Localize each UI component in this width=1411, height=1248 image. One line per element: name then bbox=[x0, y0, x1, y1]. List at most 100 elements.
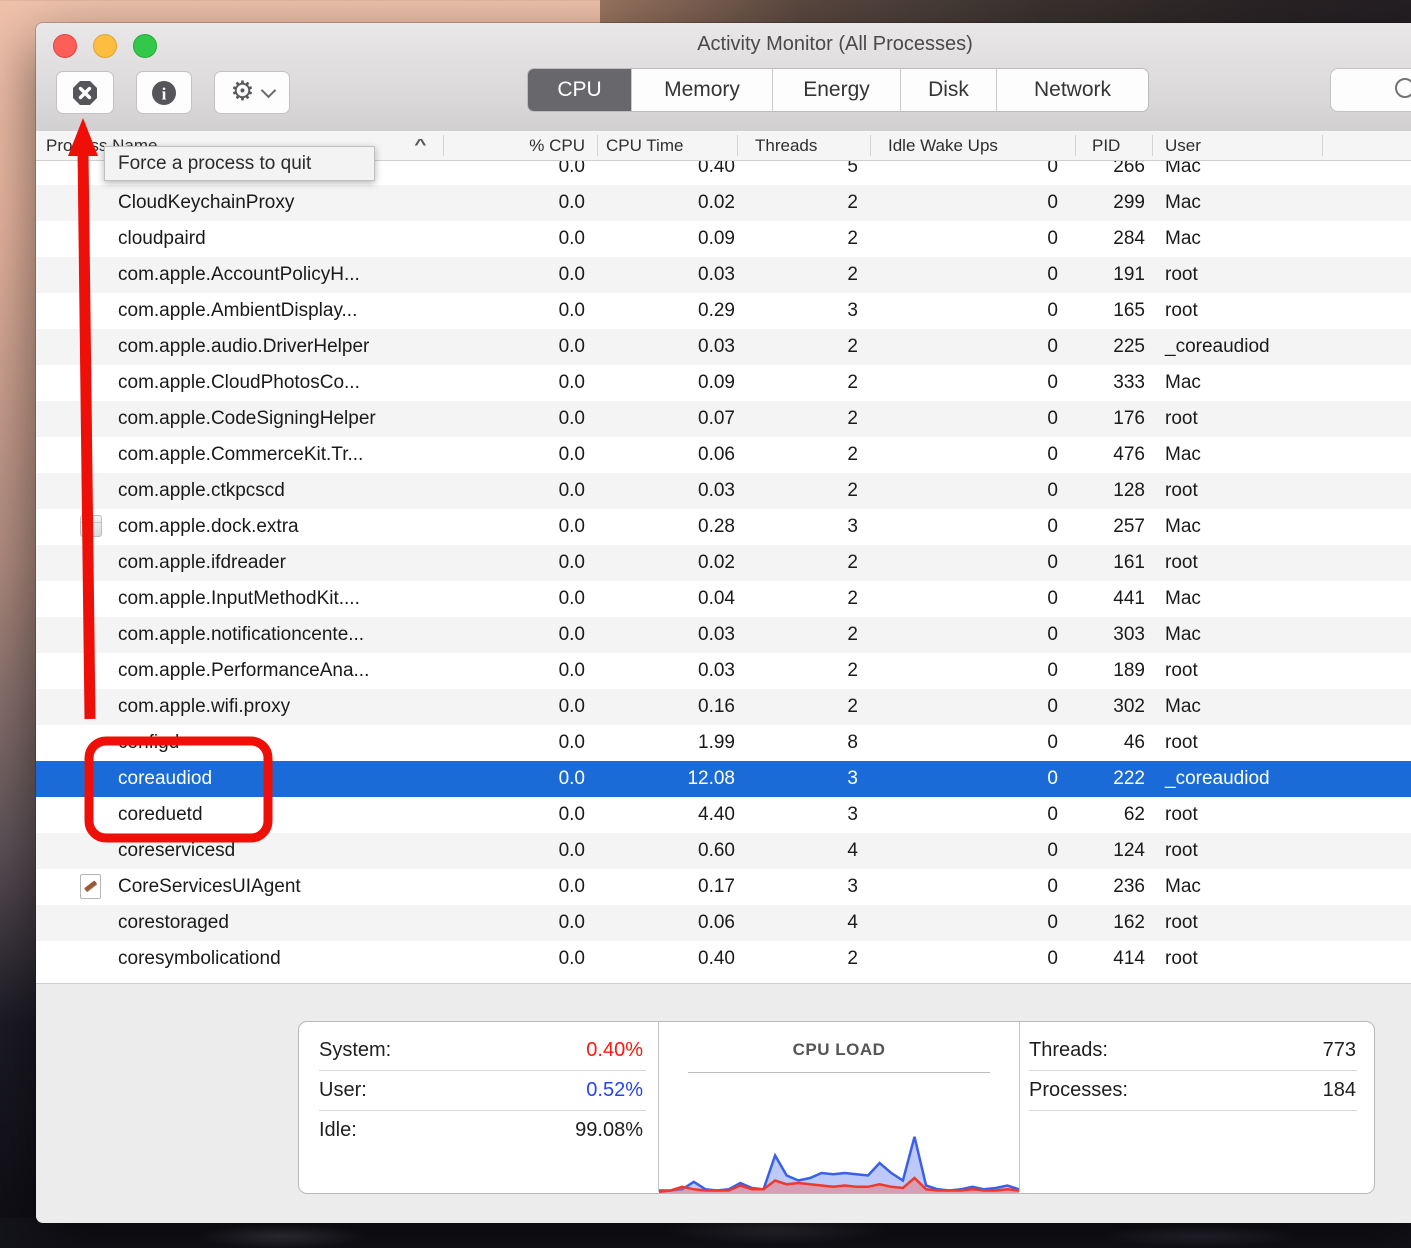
column-divider bbox=[443, 135, 444, 156]
idle-wake-ups-value: 0 bbox=[896, 761, 1058, 797]
user-value: root bbox=[1165, 833, 1198, 869]
table-row[interactable]: configd 0.0 1.99 8 0 46 root bbox=[36, 725, 1411, 761]
table-row[interactable]: com.apple.wifi.proxy 0.0 0.16 2 0 302 Ma… bbox=[36, 689, 1411, 725]
column-header-pid[interactable]: PID bbox=[1092, 131, 1120, 160]
threads-value: 2 bbox=[736, 401, 858, 437]
table-row[interactable]: com.apple.InputMethodKit.... 0.0 0.04 2 … bbox=[36, 581, 1411, 617]
table-row[interactable]: com.apple.ifdreader 0.0 0.02 2 0 161 roo… bbox=[36, 545, 1411, 581]
inspect-process-button[interactable]: i bbox=[136, 71, 192, 114]
cpu-percent-value: 0.0 bbox=[456, 689, 585, 725]
table-row[interactable]: coreaudiod 0.0 12.08 3 0 222 _coreaudiod bbox=[36, 761, 1411, 797]
column-divider bbox=[1152, 135, 1153, 156]
process-name: com.apple.dock.extra bbox=[118, 509, 299, 545]
cpu-time-value: 0.03 bbox=[596, 257, 735, 293]
column-header-cpu-time[interactable]: CPU Time bbox=[606, 131, 683, 160]
threads-value: 773 bbox=[1323, 1030, 1356, 1070]
pid-value: 124 bbox=[1036, 833, 1145, 869]
settings-menu-button[interactable]: ⚙ bbox=[214, 71, 290, 114]
column-header-user[interactable]: User bbox=[1165, 131, 1201, 160]
pid-value: 165 bbox=[1036, 293, 1145, 329]
process-table-body: 0.0 0.40 5 0 266 Mac CloudKeychainProxy … bbox=[36, 149, 1411, 977]
table-row[interactable]: com.apple.AccountPolicyH... 0.0 0.03 2 0… bbox=[36, 257, 1411, 293]
table-row[interactable]: com.apple.CloudPhotosCo... 0.0 0.09 2 0 … bbox=[36, 365, 1411, 401]
threads-value: 2 bbox=[736, 581, 858, 617]
table-row[interactable]: com.apple.dock.extra 0.0 0.28 3 0 257 Ma… bbox=[36, 509, 1411, 545]
threads-value: 2 bbox=[736, 437, 858, 473]
column-header-idle-wake-ups[interactable]: Idle Wake Ups bbox=[888, 131, 998, 160]
process-icon bbox=[80, 797, 108, 833]
table-row[interactable]: com.apple.ctkpcscd 0.0 0.03 2 0 128 root bbox=[36, 473, 1411, 509]
force-quit-button[interactable] bbox=[56, 71, 114, 114]
idle-wake-ups-value: 0 bbox=[896, 401, 1058, 437]
window-toolbar: Activity Monitor (All Processes) i ⚙ CPU… bbox=[36, 23, 1411, 132]
table-row[interactable]: com.apple.audio.DriverHelper 0.0 0.03 2 … bbox=[36, 329, 1411, 365]
tab-network[interactable]: Network bbox=[997, 69, 1148, 111]
idle-wake-ups-value: 0 bbox=[896, 581, 1058, 617]
column-header-threads[interactable]: Threads bbox=[755, 131, 817, 160]
process-name: coreaudiod bbox=[118, 761, 212, 797]
table-row[interactable]: com.apple.AmbientDisplay... 0.0 0.29 3 0… bbox=[36, 293, 1411, 329]
table-row[interactable]: corestoraged 0.0 0.06 4 0 162 root bbox=[36, 905, 1411, 941]
table-row[interactable]: coreduetd 0.0 4.40 3 0 62 root bbox=[36, 797, 1411, 833]
process-name: com.apple.ifdreader bbox=[118, 545, 286, 581]
idle-wake-ups-value: 0 bbox=[896, 509, 1058, 545]
table-row[interactable]: cloudpaird 0.0 0.09 2 0 284 Mac bbox=[36, 221, 1411, 257]
cpu-percent-value: 0.0 bbox=[456, 869, 585, 905]
sort-ascending-icon: ^ bbox=[414, 131, 426, 158]
user-value: Mac bbox=[1165, 437, 1201, 473]
threads-value: 4 bbox=[736, 905, 858, 941]
search-input[interactable] bbox=[1330, 68, 1411, 112]
cpu-time-value: 0.09 bbox=[596, 365, 735, 401]
pid-value: 128 bbox=[1036, 473, 1145, 509]
quit-octagon-x-icon bbox=[71, 79, 99, 107]
table-row[interactable]: coreservicesd 0.0 0.60 4 0 124 root bbox=[36, 833, 1411, 869]
zoom-window-button[interactable] bbox=[133, 34, 157, 58]
process-icon bbox=[80, 833, 108, 869]
idle-wake-ups-value: 0 bbox=[896, 869, 1058, 905]
minimize-window-button[interactable] bbox=[93, 34, 117, 58]
threads-value: 4 bbox=[736, 833, 858, 869]
table-row[interactable]: coresymbolicationd 0.0 0.40 2 0 414 root bbox=[36, 941, 1411, 977]
process-name: com.apple.AmbientDisplay... bbox=[118, 293, 357, 329]
process-name: com.apple.wifi.proxy bbox=[118, 689, 290, 725]
window-title: Activity Monitor (All Processes) bbox=[697, 33, 973, 56]
stats-divider bbox=[1019, 1022, 1020, 1192]
column-divider bbox=[870, 135, 871, 156]
tab-disk[interactable]: Disk bbox=[901, 69, 997, 111]
table-row[interactable]: com.apple.CommerceKit.Tr... 0.0 0.06 2 0… bbox=[36, 437, 1411, 473]
cpu-time-value: 0.02 bbox=[596, 185, 735, 221]
process-name: com.apple.notificationcente... bbox=[118, 617, 364, 653]
close-window-button[interactable] bbox=[53, 34, 77, 58]
cpu-percent-value: 0.0 bbox=[456, 725, 585, 761]
cpu-time-value: 1.99 bbox=[596, 725, 735, 761]
threads-value: 2 bbox=[736, 653, 858, 689]
tab-memory[interactable]: Memory bbox=[632, 69, 773, 111]
user-value: root bbox=[1165, 293, 1198, 329]
table-row[interactable]: CloudKeychainProxy 0.0 0.02 2 0 299 Mac bbox=[36, 185, 1411, 221]
idle-wake-ups-value: 0 bbox=[896, 329, 1058, 365]
table-row[interactable]: com.apple.notificationcente... 0.0 0.03 … bbox=[36, 617, 1411, 653]
table-row[interactable]: CoreServicesUIAgent 0.0 0.17 3 0 236 Mac bbox=[36, 869, 1411, 905]
table-row[interactable]: com.apple.PerformanceAna... 0.0 0.03 2 0… bbox=[36, 653, 1411, 689]
threads-value: 2 bbox=[736, 545, 858, 581]
cpu-time-value: 0.09 bbox=[596, 221, 735, 257]
process-icon bbox=[80, 365, 108, 401]
process-icon bbox=[80, 689, 108, 725]
user-value: root bbox=[1165, 941, 1198, 977]
tab-cpu[interactable]: CPU bbox=[528, 69, 632, 111]
column-header-cpu[interactable]: % CPU bbox=[456, 131, 585, 160]
idle-wake-ups-value: 0 bbox=[896, 365, 1058, 401]
cpu-percent-value: 0.0 bbox=[456, 797, 585, 833]
column-divider bbox=[737, 135, 738, 156]
cpu-time-value: 0.16 bbox=[596, 689, 735, 725]
tab-energy[interactable]: Energy bbox=[773, 69, 901, 111]
user-value: Mac bbox=[1165, 185, 1201, 221]
cpu-time-value: 0.40 bbox=[596, 941, 735, 977]
table-row[interactable]: com.apple.CodeSigningHelper 0.0 0.07 2 0… bbox=[36, 401, 1411, 437]
force-quit-tooltip: Force a process to quit bbox=[104, 146, 375, 181]
cpu-time-value: 0.17 bbox=[596, 869, 735, 905]
cpu-percent-value: 0.0 bbox=[456, 401, 585, 437]
idle-wake-ups-value: 0 bbox=[896, 653, 1058, 689]
cpu-percent-value: 0.0 bbox=[456, 185, 585, 221]
process-icon bbox=[80, 401, 108, 437]
